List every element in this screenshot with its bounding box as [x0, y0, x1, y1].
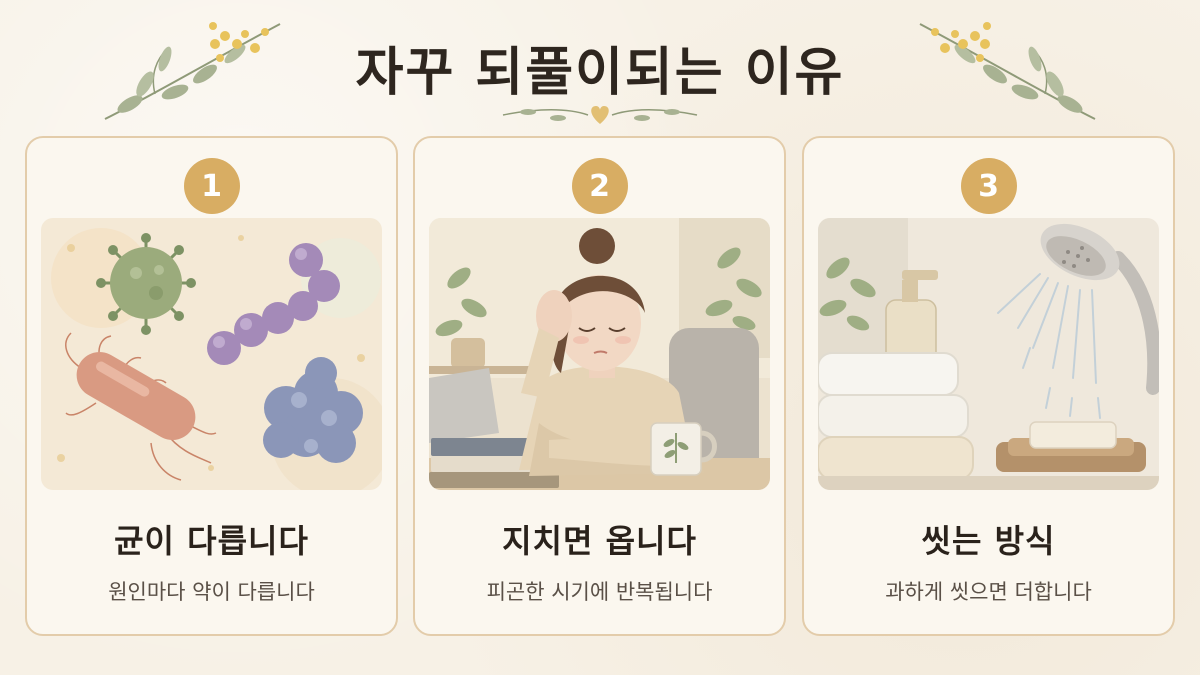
washing-illustration: [818, 218, 1159, 490]
card-title: 균이 다릅니다: [114, 522, 309, 560]
heart-divider-icon: [502, 106, 698, 124]
tired-illustration: [429, 218, 770, 490]
number-badge: 2: [571, 158, 628, 214]
number-badge: 1: [183, 158, 240, 214]
card-subtitle: 과하게 씻으면 더합니다: [885, 580, 1092, 604]
card-subtitle: 원인마다 약이 다릅니다: [108, 580, 315, 604]
card-germs: 1 균이 다릅니다 원인마다 약이 다릅니다: [25, 136, 398, 636]
card-washing: 3 씻는 방식 과하게 씻으면 더합니다: [802, 136, 1175, 636]
card-tired: 2 지치면 옵니다 피곤한 시기에 반복됩니다: [413, 136, 786, 636]
shower-towel-icon: [818, 218, 1159, 490]
germs-illustration: [41, 218, 382, 490]
page-title: 자꾸 되풀이되는 이유: [355, 43, 845, 103]
germs-icon: [41, 218, 382, 490]
tired-person-icon: [429, 218, 770, 490]
card-subtitle: 피곤한 시기에 반복됩니다: [486, 580, 713, 604]
card-title: 지치면 옵니다: [502, 522, 697, 560]
number-badge: 3: [960, 158, 1017, 214]
card-title: 씻는 방식: [921, 522, 1056, 560]
